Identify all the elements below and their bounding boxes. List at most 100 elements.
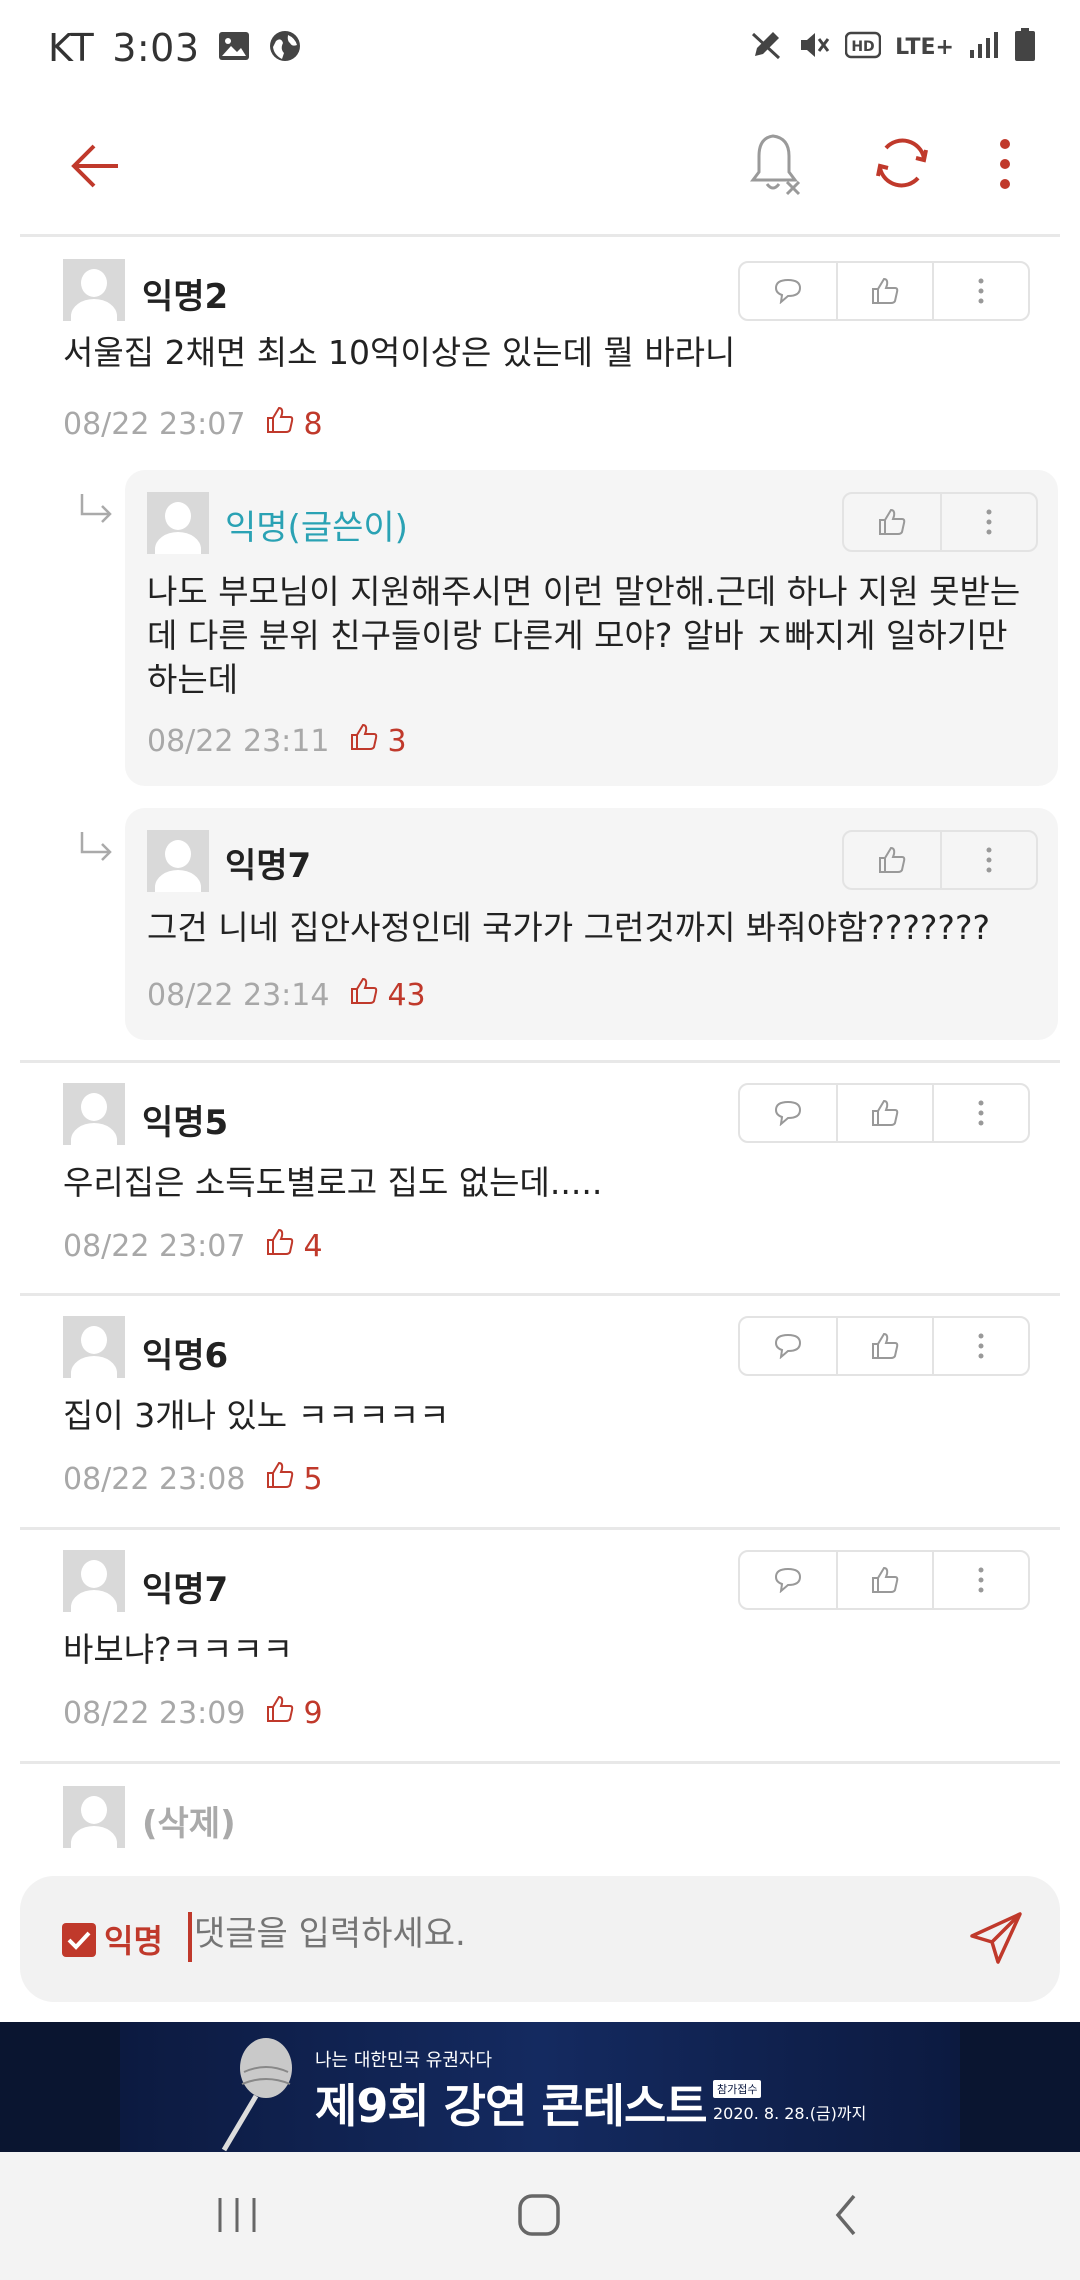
comment-date: 08/22 23:07 [63,1228,246,1264]
hd-voice-icon: HD [844,31,882,63]
comment-item: 익명2 서울집 2채면 최소 10억이상은 있는데 뭘 바라니 08/22 23… [20,237,1060,447]
anonymous-checkbox[interactable] [62,1923,96,1957]
comment-text: 서울집 2채면 최소 10억이상은 있는데 뭘 바라니 [63,333,736,372]
comment-actions [738,1083,1030,1143]
more-button[interactable] [940,832,1036,888]
no-pen-icon [749,28,783,66]
notification-toggle-button[interactable] [745,130,805,200]
refresh-button[interactable] [872,130,932,196]
top-app-bar [0,100,1080,235]
thumbs-up-icon [872,1566,899,1593]
anonymous-label[interactable]: 익명 [104,1916,163,1962]
more-vertical-icon [978,1333,984,1359]
ad-title: 제9회 강연 콘테스트 [315,2079,708,2133]
ad-banner[interactable]: 나는 대한민국 유권자다 제9회 강연 콘테스트 참가접수 2020. 8. 2… [0,2022,1080,2152]
reply-item: 익명(글쓴이) 나도 부모님이 지원해주시면 이런 말안해.근데 하나 지원 못… [20,468,1060,788]
comment-text: 나도 부모님이 지원해주시면 이런 말안해.근데 하나 지원 못받는데 다른 분… [147,572,1021,699]
refresh-icon [876,138,928,188]
comment-input[interactable] [194,1914,794,1954]
speech-bubble-icon [774,1567,802,1593]
reply-button[interactable] [740,1318,836,1374]
avatar [147,830,209,892]
more-button[interactable] [932,1085,1028,1141]
more-button[interactable] [932,263,1028,319]
comment-text: 바보냐?ㅋㅋㅋㅋ [63,1630,294,1669]
battery-icon [1014,28,1036,66]
like-count: 8 [303,406,323,442]
image-icon [218,31,250,65]
comment-date: 08/22 23:11 [147,723,330,759]
more-vertical-icon [978,1100,984,1126]
comment-date: 08/22 23:08 [63,1461,246,1497]
bell-off-icon [750,134,801,196]
speech-bubble-icon [774,278,802,304]
comment-meta: 08/22 23:11 3 [147,722,407,760]
comment-item-deleted: (삭제) [20,1764,1060,1874]
ad-banner-content: 나는 대한민국 유권자다 제9회 강연 콘테스트 참가접수 2020. 8. 2… [120,2022,960,2152]
comment-meta: 08/22 23:14 43 [147,976,426,1014]
arrow-left-icon [71,144,118,188]
comment-author: 익명(글쓴이) [225,508,408,548]
back-nav-button[interactable] [824,2192,870,2242]
more-vertical-icon [986,847,992,873]
more-button[interactable] [932,1318,1028,1374]
like-count: 43 [387,977,426,1013]
avatar [147,492,209,554]
status-carrier: KT [48,26,95,70]
like-button[interactable] [836,1552,932,1608]
more-vertical-icon [1000,139,1010,189]
avatar [63,1316,125,1378]
comment-actions [842,492,1038,552]
like-button[interactable] [836,1085,932,1141]
like-count: 3 [387,723,407,759]
like-button[interactable] [836,263,932,319]
avatar [63,259,125,321]
status-bar: KT 3:03 HD LTE+ [0,0,1080,100]
comment-actions [738,261,1030,321]
thumbs-up-icon [879,508,906,535]
ad-tag: 참가접수 [713,2080,762,2098]
status-time: 3:03 [112,26,200,70]
more-button[interactable] [940,494,1036,550]
svg-text:HD: HD [851,39,874,55]
more-button[interactable] [932,1552,1028,1608]
chevron-left-icon [835,2194,856,2236]
like-count: 4 [303,1228,323,1264]
more-vertical-icon [978,278,984,304]
comment-item: 익명5 우리집은 소득도별로고 집도 없는데..... 08/22 23:07 … [20,1063,1060,1293]
like-button[interactable] [844,832,940,888]
like-count: 5 [303,1461,323,1497]
comment-author: (삭제) [142,1804,236,1844]
mute-icon [797,28,831,66]
thumbs-up-icon [872,277,899,304]
back-button[interactable] [66,136,126,196]
comment-actions [738,1316,1030,1376]
more-options-button[interactable] [990,132,1020,198]
signal-icon [968,30,1000,64]
comment-item: 익명6 집이 3개나 있노 ㅋㅋㅋㅋㅋ 08/22 23:08 5 [20,1296,1060,1526]
home-icon [518,2194,560,2236]
recent-apps-button[interactable] [214,2192,260,2242]
comment-date: 08/22 23:14 [147,977,330,1013]
ad-date: 2020. 8. 28.(금)까지 [713,2104,867,2123]
system-nav-bar [0,2152,1080,2280]
more-vertical-icon [986,509,992,535]
like-button[interactable] [844,494,940,550]
thumbs-up-icon [265,1694,295,1732]
reply-box: 익명(글쓴이) 나도 부모님이 지원해주시면 이런 말안해.근데 하나 지원 못… [125,470,1058,786]
comment-meta: 08/22 23:09 9 [63,1694,323,1732]
comment-author: 익명6 [142,1336,229,1376]
reply-button[interactable] [740,1085,836,1141]
thumbs-up-icon [872,1332,899,1359]
thumbs-up-icon [265,1460,295,1498]
avatar [63,1083,125,1145]
send-button[interactable] [968,1910,1024,1966]
reply-arrow-icon [80,832,112,861]
like-button[interactable] [836,1318,932,1374]
comment-actions [842,830,1038,890]
thumbs-up-icon [872,1099,899,1126]
avatar [63,1786,125,1848]
reply-button[interactable] [740,1552,836,1608]
home-button[interactable] [516,2192,562,2242]
reply-button[interactable] [740,263,836,319]
